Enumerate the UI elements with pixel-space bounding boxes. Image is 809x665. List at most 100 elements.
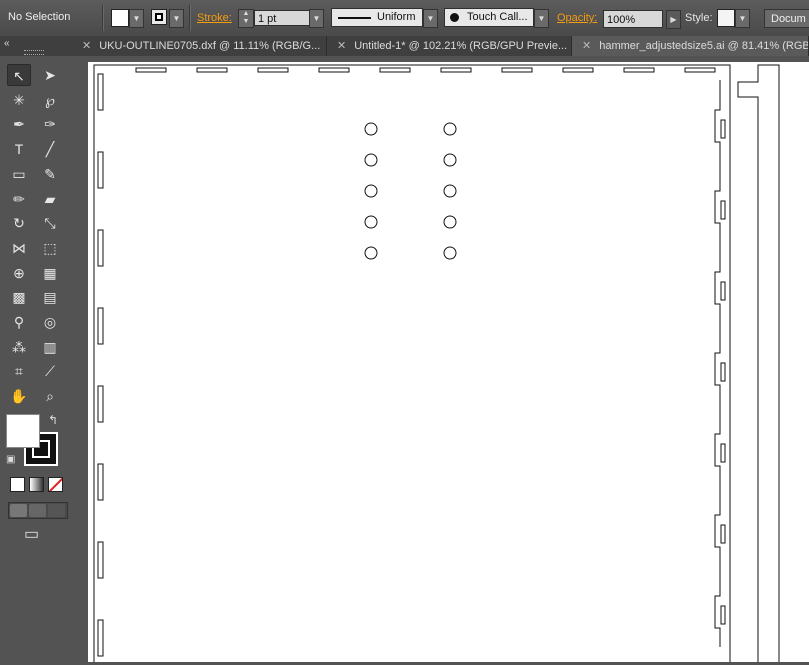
brush-dot-icon [450, 13, 459, 22]
slot [97, 229, 104, 267]
slot [623, 67, 655, 73]
selection-status: No Selection [8, 11, 71, 23]
document-setup-button[interactable]: Docum [764, 9, 809, 28]
style-label: Style: [685, 12, 713, 24]
slot [684, 67, 716, 73]
rectangle-tool-icon[interactable]: ▭ [7, 163, 31, 185]
slice-tool-icon[interactable]: ⟋ [38, 360, 62, 382]
free-transform-tool-icon[interactable]: ⬚ [38, 237, 62, 259]
artboard-tool-icon[interactable]: ⌗ [7, 360, 31, 382]
tab-untitled-1[interactable]: ✕ Untitled-1* @ 102.21% (RGB/GPU Previe..… [327, 36, 572, 56]
adjacent-panel-edge [737, 64, 780, 662]
hole [443, 122, 457, 136]
hole [364, 215, 378, 229]
hand-tool-icon[interactable]: ✋ [7, 385, 31, 407]
type-tool-icon[interactable]: T [7, 138, 31, 160]
collapse-icon[interactable]: « [4, 38, 10, 49]
width-tool-icon[interactable]: ⋈ [7, 237, 31, 259]
slot [440, 67, 472, 73]
gradient-tool-icon[interactable]: ▤ [38, 286, 62, 308]
tab-hammer-adjusted[interactable]: ✕ hammer_adjustedsize5.ai @ 81.41% (RGB/ [572, 36, 809, 56]
rotate-tool-icon[interactable]: ↻ [7, 212, 31, 234]
tools-panel: « ↖ ➤ ✳ ℘ ✒ ✑ T ╱ ▭ ✎ ✏ ▰ ↻ ⤡ ⋈ ⬚ ⊕ ▦ ▩ ▤ ⚲ ◎ ⁂ ▥ ⌗ ⟋ ✋ ⌕ ↰ ▣ ▭ [0, 36, 73, 662]
opacity-arrow[interactable]: ▶ [666, 10, 681, 29]
stroke-weight-field[interactable]: 1 pt [254, 10, 310, 26]
holes [364, 122, 457, 260]
style-swatch[interactable] [717, 9, 735, 27]
brush-definition[interactable]: Touch Call... [444, 8, 534, 27]
magic-wand-tool-icon[interactable]: ✳ [7, 89, 31, 111]
fill-swatch[interactable] [111, 9, 129, 27]
slot [501, 67, 533, 73]
scale-tool-icon[interactable]: ⤡ [38, 212, 62, 234]
artwork[interactable] [88, 62, 809, 662]
fill-color-box[interactable] [6, 414, 40, 448]
draw-behind-icon[interactable] [29, 504, 46, 517]
left-slots [97, 73, 104, 657]
mesh-tool-icon[interactable]: ▩ [7, 286, 31, 308]
hole [443, 184, 457, 198]
stroke-swatch-inner [155, 13, 163, 21]
curvature-tool-icon[interactable]: ✑ [38, 113, 62, 135]
blend-tool-icon[interactable]: ◎ [38, 311, 62, 333]
finger-outline [714, 80, 721, 647]
hole [443, 215, 457, 229]
draw-normal-icon[interactable] [10, 504, 27, 517]
perspective-grid-tool-icon[interactable]: ▦ [38, 262, 62, 284]
slot [97, 307, 104, 345]
slot [720, 362, 726, 382]
control-bar: No Selection ▼ ▼ Stroke: ▲ ▼ 1 pt ▼ Unifo… [0, 0, 809, 37]
eraser-tool-icon[interactable]: ▰ [38, 188, 62, 210]
stroke-dropdown[interactable]: ▼ [169, 9, 184, 28]
opacity-label[interactable]: Opacity: [557, 12, 597, 24]
slot [135, 67, 167, 73]
top-slots [135, 67, 716, 73]
artboard[interactable] [88, 62, 809, 662]
selection-tool-icon[interactable]: ↖ [7, 64, 31, 86]
draw-inside-icon[interactable] [48, 504, 65, 517]
pencil-tool-icon[interactable]: ✏ [7, 188, 31, 210]
grip-icon[interactable] [24, 50, 44, 55]
style-dropdown[interactable]: ▼ [735, 9, 750, 28]
pen-tool-icon[interactable]: ✒ [7, 113, 31, 135]
symbol-sprayer-tool-icon[interactable]: ⁂ [7, 336, 31, 358]
slot [720, 524, 726, 544]
default-colors-icon[interactable]: ▣ [6, 454, 15, 465]
close-icon[interactable]: ✕ [82, 40, 91, 52]
column-graph-tool-icon[interactable]: ▥ [38, 336, 62, 358]
screen-mode-icon[interactable]: ▭ [24, 524, 39, 544]
paintbrush-tool-icon[interactable]: ✎ [38, 163, 62, 185]
close-icon[interactable]: ✕ [582, 40, 591, 52]
finger-joints [714, 80, 726, 647]
gradient-mode-button[interactable] [29, 477, 44, 492]
hole [364, 122, 378, 136]
slot [97, 73, 104, 111]
slot [720, 605, 726, 625]
stroke-label[interactable]: Stroke: [197, 12, 232, 24]
slot [720, 200, 726, 220]
eyedropper-tool-icon[interactable]: ⚲ [7, 311, 31, 333]
stroke-weight-stepper[interactable]: ▲ ▼ [238, 9, 254, 28]
shape-builder-tool-icon[interactable]: ⊕ [7, 262, 31, 284]
brush-dropdown[interactable]: ▼ [534, 9, 549, 28]
opacity-field[interactable]: 100% [603, 10, 663, 28]
swap-fill-stroke-icon[interactable]: ↰ [48, 413, 58, 427]
divider [189, 5, 191, 31]
profile-dropdown[interactable]: ▼ [423, 9, 438, 28]
divider [102, 5, 104, 31]
stroke-swatch[interactable] [151, 9, 167, 25]
tab-label: UKU-OUTLINE0705.dxf @ 11.11% (RGB/G... [99, 40, 321, 52]
brush-label: Touch Call... [467, 11, 528, 23]
stroke-weight-dropdown[interactable]: ▼ [309, 9, 324, 28]
close-icon[interactable]: ✕ [337, 40, 346, 52]
tab-uku-outline[interactable]: ✕ UKU-OUTLINE0705.dxf @ 11.11% (RGB/G... [72, 36, 327, 56]
fill-dropdown[interactable]: ▼ [129, 9, 144, 28]
lasso-tool-icon[interactable]: ℘ [38, 89, 62, 111]
color-mode-button[interactable] [10, 477, 25, 492]
none-mode-button[interactable] [48, 477, 63, 492]
direct-selection-tool-icon[interactable]: ➤ [38, 64, 62, 86]
variable-width-profile[interactable]: Uniform [331, 8, 423, 27]
zoom-tool-icon[interactable]: ⌕ [38, 385, 62, 407]
panel-outline [93, 64, 731, 662]
line-segment-tool-icon[interactable]: ╱ [38, 138, 62, 160]
